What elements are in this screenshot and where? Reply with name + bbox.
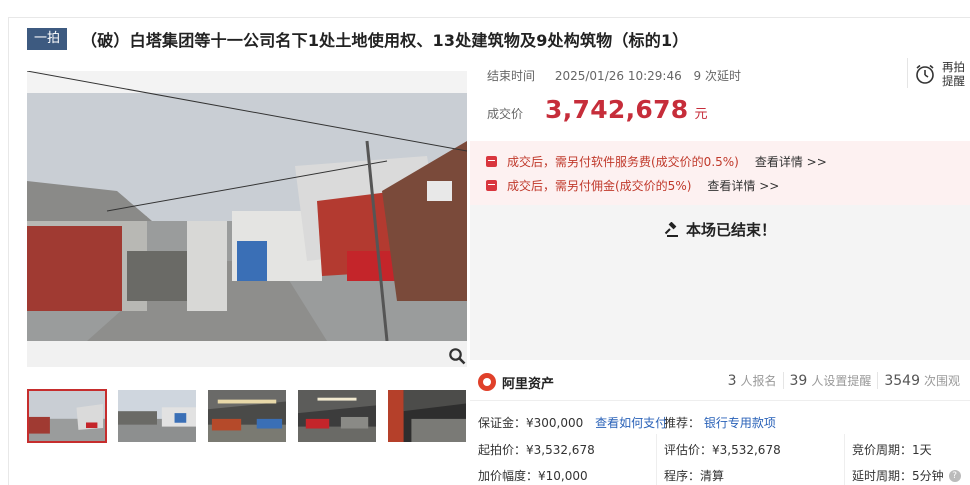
gavel-icon: [664, 221, 678, 237]
fee-notice-text: 成交后，需另付佣金(成交价的5%): [507, 179, 692, 193]
thumbnail-5[interactable]: [387, 389, 467, 443]
thumbnail-4[interactable]: [297, 389, 377, 443]
remind-label: 再拍提醒: [942, 60, 965, 88]
remind-button[interactable]: 再拍提醒: [914, 60, 968, 88]
zoom-icon[interactable]: [448, 347, 466, 365]
price-row: 成交价 3,742,678 元: [487, 95, 708, 124]
end-time-value: 2025/01/26 10:29:46: [554, 69, 682, 83]
delay-period: 延时周期：5分钟: [852, 469, 944, 483]
thumbnail-1[interactable]: [27, 389, 107, 443]
end-time-row: 结束时间 2025/01/26 10:29:46 9 次延时: [487, 67, 749, 84]
gift-icon: [486, 156, 497, 167]
start-price: 起拍价：¥3,532,678: [478, 443, 595, 457]
divider: [656, 434, 657, 485]
thumbnail-3[interactable]: [207, 389, 287, 443]
fee-notice-text: 成交后，需另付软件服务费(成交价的0.5%): [507, 155, 739, 169]
fee-notice-box: 成交后，需另付软件服务费(成交价的0.5%) 查看详情 >> 成交后，需另付佣金…: [470, 141, 970, 205]
appraisal-price: 评估价：¥3,532,678: [664, 443, 781, 457]
thumbnail-2[interactable]: [117, 389, 197, 443]
fee-detail-link[interactable]: 查看详情 >>: [707, 177, 779, 194]
main-photo[interactable]: [27, 71, 467, 367]
stat-reminders: 39 人设置提醒: [782, 372, 878, 389]
page-title: （破）白塔集团等十一公司名下1处土地使用权、13处建筑物及9处构筑物（标的1）: [81, 31, 689, 50]
recommend-row: 推荐： 银行专用款项: [664, 414, 776, 431]
divider: [844, 434, 845, 485]
deposit-value: 保证金：¥300,000: [478, 416, 584, 430]
alarm-clock-icon: [916, 64, 934, 84]
auction-stats: 3 人报名 39 人设置提醒 3549 次围观: [722, 372, 966, 389]
ali-logo-icon: [478, 373, 496, 391]
fee-notice-item: 成交后，需另付佣金(成交价的5%) 查看详情 >>: [486, 177, 779, 194]
title-row: 一拍 （破）白塔集团等十一公司名下1处土地使用权、13处建筑物及9处构筑物（标的…: [27, 27, 688, 51]
delay-period-row: 延时周期：5分钟 ?: [852, 467, 961, 484]
bid-increment: 加价幅度：¥10,000: [478, 469, 588, 483]
divider: [470, 400, 970, 401]
platform-stats-row: 阿里资产 3 人报名 39 人设置提醒 3549 次围观: [478, 368, 970, 396]
auction-type-tag: 一拍: [27, 28, 68, 50]
price-unit: 元: [694, 107, 708, 122]
end-time-label: 结束时间: [487, 69, 536, 83]
platform-name: 阿里资产: [502, 376, 555, 392]
deposit-row: 保证金：¥300,000 查看如何支付: [478, 414, 667, 431]
bank-funds-link[interactable]: 银行专用款项: [704, 416, 776, 430]
stat-registered: 3 人报名: [727, 373, 777, 389]
procedure: 程序：清算: [664, 469, 725, 483]
ended-message: 本场已结束！: [470, 219, 970, 240]
delay-count: 9 次延时: [693, 69, 741, 83]
fee-detail-link[interactable]: 查看详情 >>: [755, 153, 827, 170]
how-to-pay-link[interactable]: 查看如何支付: [595, 416, 667, 430]
auction-panel: 结束时间 2025/01/26 10:29:46 9 次延时 再拍提醒 成交价 …: [470, 58, 970, 485]
bidding-period: 竞价周期：1天: [852, 443, 932, 457]
help-icon[interactable]: ?: [948, 469, 961, 482]
stat-views: 3549 次围观: [877, 372, 966, 389]
price-label: 成交价: [487, 107, 524, 121]
platform-logo: 阿里资产: [478, 373, 554, 392]
recommend-label: 推荐：: [664, 416, 701, 430]
ended-panel: 本场已结束！: [470, 205, 970, 360]
ended-text: 本场已结束！: [685, 221, 776, 239]
fee-notice-item: 成交后，需另付软件服务费(成交价的0.5%) 查看详情 >>: [486, 153, 827, 170]
thumbnail-strip: [27, 389, 477, 443]
final-price: 3,742,678: [545, 95, 689, 124]
divider: [907, 58, 908, 88]
gift-icon: [486, 180, 497, 191]
